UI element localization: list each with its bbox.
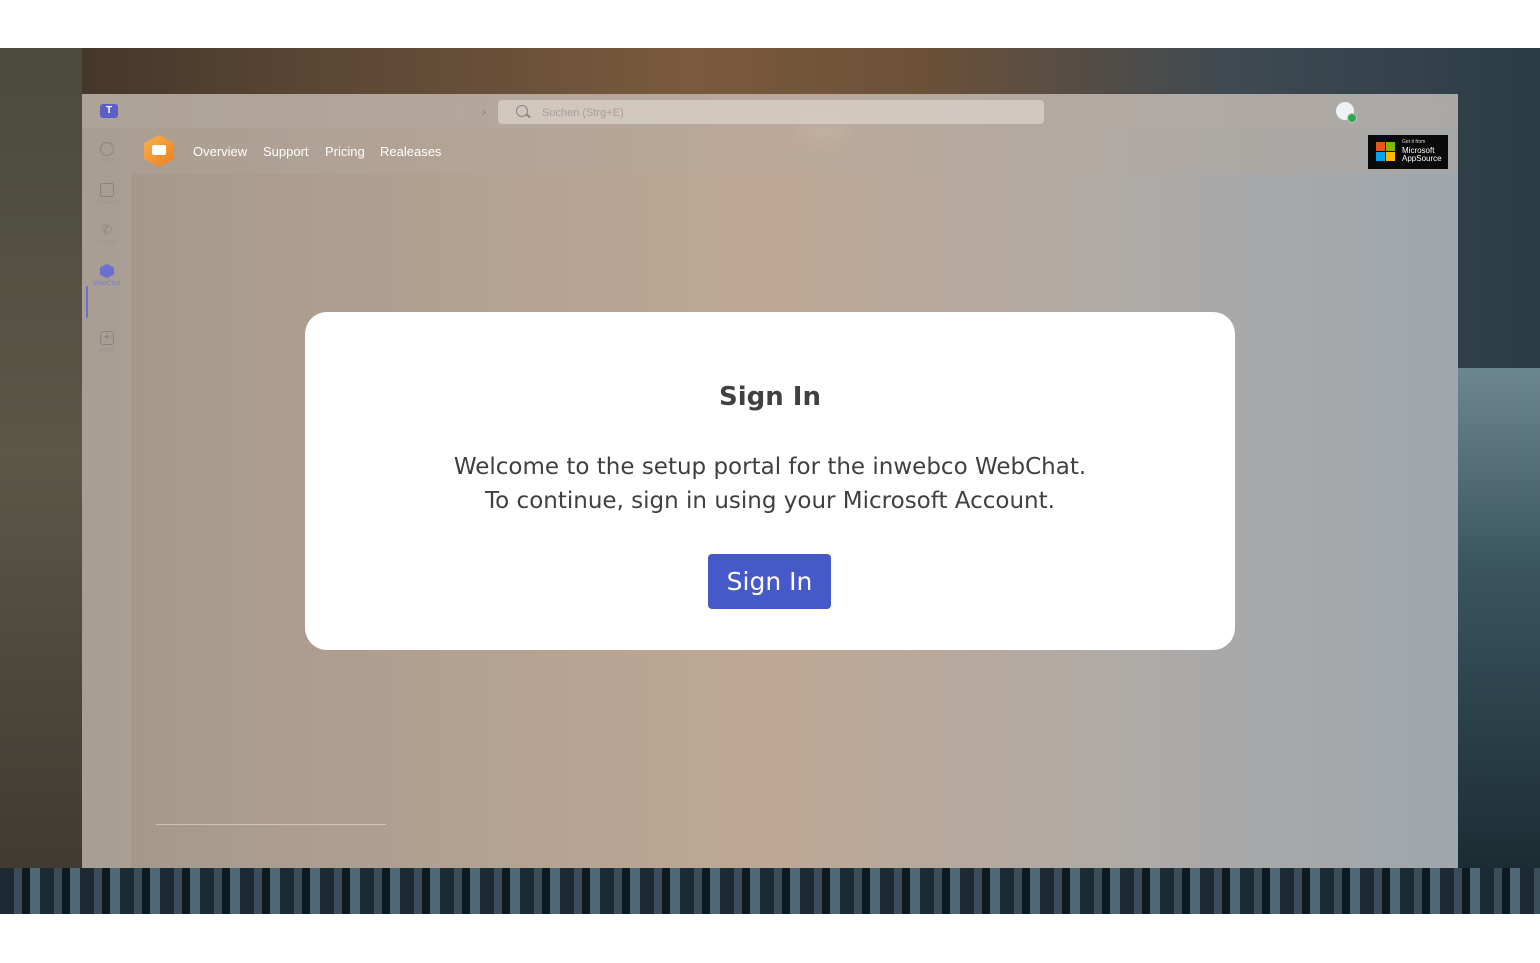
- chat-bubble-icon: [152, 145, 166, 155]
- microsoft-logo-icon: [1386, 142, 1395, 151]
- add-apps-icon: +: [100, 331, 114, 345]
- avatar[interactable]: [1336, 102, 1357, 123]
- sign-in-dialog: Sign In Welcome to the setup portal for …: [305, 312, 1235, 650]
- search-input[interactable]: [540, 103, 1024, 123]
- app-header: Overview Support Pricing Realeases Get i…: [132, 128, 1458, 174]
- rail-item-apps[interactable]: + Apps: [82, 325, 132, 361]
- rail-item-label: WebChat: [93, 280, 121, 287]
- chat-icon: [100, 142, 114, 156]
- search-box[interactable]: [498, 100, 1044, 124]
- phone-icon: ✆: [101, 222, 113, 237]
- sign-in-button[interactable]: Sign In: [708, 554, 831, 609]
- calendar-icon: [100, 183, 114, 197]
- rail-item-calendar[interactable]: Kalender: [82, 177, 132, 213]
- inwebco-logo-icon[interactable]: [144, 135, 174, 167]
- nav-link-pricing[interactable]: Pricing: [325, 144, 365, 159]
- app-rail: Chat Kalender ✆ Anrufe WebChat ··· + App…: [82, 128, 133, 868]
- title-bar: T ‹ › ⋯ ▫ ×: [82, 94, 1458, 128]
- appsource-badge[interactable]: Get it from Microsoft AppSource: [1368, 135, 1448, 169]
- chevron-right-icon[interactable]: ›: [476, 102, 492, 120]
- background-right-area: [1458, 368, 1540, 868]
- badge-line1: Get it from: [1402, 139, 1426, 145]
- presence-status-icon: [1347, 113, 1357, 123]
- rail-item-label: Apps: [99, 347, 115, 354]
- rail-item-chat[interactable]: Chat: [82, 136, 132, 172]
- minimize-icon[interactable]: ⋯: [1382, 104, 1396, 118]
- nav-link-overview[interactable]: Overview: [193, 144, 247, 159]
- rail-item-calls[interactable]: ✆ Anrufe: [82, 217, 132, 253]
- chevron-left-icon[interactable]: ‹: [452, 102, 468, 120]
- rail-item-label: Chat: [100, 158, 114, 165]
- microsoft-logo-icon: [1376, 142, 1385, 151]
- rail-item-label: Anrufe: [97, 239, 117, 246]
- background-left-area: [0, 48, 82, 868]
- teams-logo-icon: T: [100, 104, 118, 118]
- nav-link-support[interactable]: Support: [263, 144, 309, 159]
- badge-line3: AppSource: [1402, 154, 1442, 163]
- divider: [156, 824, 386, 825]
- background-bottom-area: [0, 868, 1540, 914]
- rail-item-webchat[interactable]: WebChat: [82, 258, 132, 294]
- microsoft-logo-icon: [1386, 152, 1395, 161]
- search-icon: [516, 105, 528, 117]
- dialog-title: Sign In: [719, 382, 821, 412]
- microsoft-logo-icon: [1376, 152, 1385, 161]
- close-icon[interactable]: ×: [1434, 104, 1448, 118]
- webchat-app-icon: [100, 264, 114, 278]
- welcome-text: Welcome to the setup portal for the inwe…: [453, 454, 1087, 480]
- maximize-icon[interactable]: ▫: [1406, 104, 1420, 118]
- rail-item-label: Kalender: [93, 199, 121, 206]
- instruction-text: To continue, sign in using your Microsof…: [485, 488, 1055, 514]
- nav-link-releases[interactable]: Realeases: [380, 144, 441, 159]
